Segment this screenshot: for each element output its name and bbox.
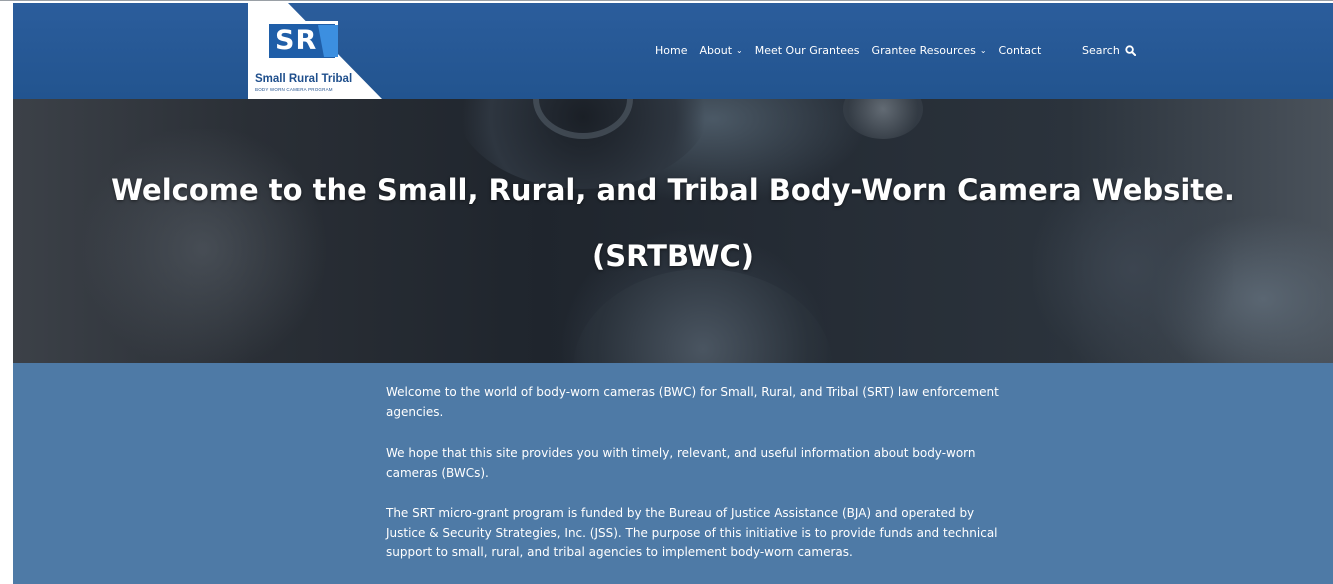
logo-title: Small Rural Tribal	[255, 73, 353, 85]
nav-about-label: About	[699, 44, 733, 57]
search-button[interactable]: Search	[1082, 44, 1136, 57]
hero-dial-shape	[573, 269, 833, 363]
search-icon	[1125, 45, 1136, 56]
intro-paragraph: The SRT micro-grant program is funded by…	[386, 506, 998, 559]
nav-contact-label: Contact	[998, 44, 1042, 57]
nav-contact[interactable]: Contact	[999, 44, 1042, 57]
hero-title: Welcome to the Small, Rural, and Tribal …	[111, 173, 1235, 207]
chevron-down-icon: ⌄	[979, 46, 987, 55]
search-label: Search	[1082, 44, 1120, 57]
main-nav: Home About ⌄ Meet Our Grantees Grantee R…	[655, 44, 1041, 57]
nav-about[interactable]: About ⌄	[699, 44, 742, 57]
nav-home-label: Home	[655, 44, 688, 57]
intro-paragraph: We hope that this site provides you with…	[386, 446, 976, 480]
site-logo[interactable]: SR Small Rural Tribal BODY WORN CAMERA P…	[248, 3, 388, 99]
nav-resources-label: Grantee Resources	[871, 44, 976, 57]
logo-subtitle: BODY WORN CAMERA PROGRAM	[255, 87, 333, 92]
intro-section: Welcome to the world of body-worn camera…	[13, 363, 1333, 584]
chevron-down-icon: ⌄	[736, 46, 743, 55]
intro-paragraph: Welcome to the world of body-worn camera…	[386, 385, 999, 419]
nav-grantee-resources[interactable]: Grantee Resources ⌄	[872, 44, 987, 57]
nav-meet-our-grantees[interactable]: Meet Our Grantees	[755, 44, 860, 57]
hero-banner: Welcome to the Small, Rural, and Tribal …	[13, 99, 1333, 363]
page-margin	[0, 3, 13, 99]
hero-subtitle: (SRTBWC)	[592, 239, 754, 273]
nav-home[interactable]: Home	[655, 44, 687, 57]
nav-grantees-label: Meet Our Grantees	[754, 44, 860, 57]
hero-button-shape	[843, 99, 923, 139]
